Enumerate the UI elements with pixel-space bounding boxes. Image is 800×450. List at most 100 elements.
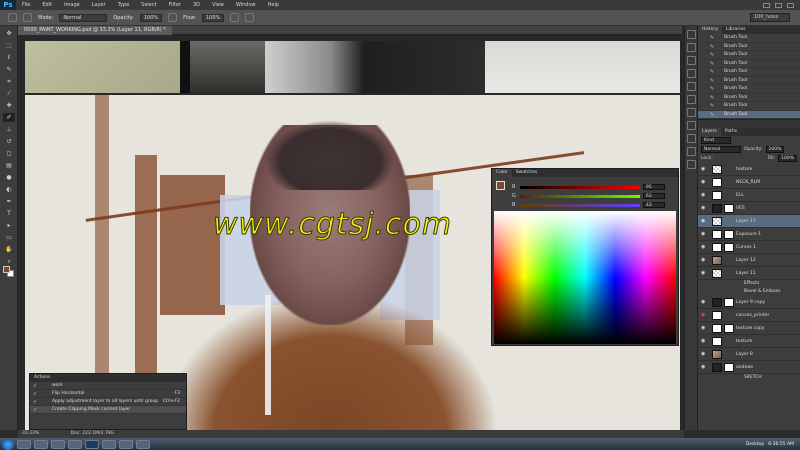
eraser-tool-icon[interactable]: ◻	[3, 149, 15, 158]
visibility-eye-icon[interactable]: ◉	[701, 309, 705, 322]
history-item[interactable]: ✎ Brush Tool	[698, 34, 800, 43]
flow-field[interactable]: 100%	[202, 13, 225, 22]
layer-row[interactable]: ◉ andows	[698, 361, 800, 374]
visibility-eye-icon[interactable]: ◉	[701, 296, 705, 309]
slider-value-field[interactable]: 43	[643, 202, 665, 208]
action-row[interactable]: ✓ Apply adjustment layer to all layers un…	[30, 398, 186, 406]
slider-value-field[interactable]: 95	[643, 184, 665, 190]
layer-effect-row[interactable]: Bevel & Emboss	[698, 288, 800, 296]
slider-value-field[interactable]: 63	[643, 193, 665, 199]
shape-tool-icon[interactable]: ▭	[3, 233, 15, 242]
slider-track[interactable]	[520, 194, 640, 198]
zoom-tool-icon[interactable]: ⌕	[3, 257, 15, 266]
menu-edit[interactable]: Edit	[36, 2, 58, 8]
color-panel-tab-color[interactable]: Color	[492, 169, 512, 177]
layer-kind-filter[interactable]: Kind	[701, 137, 731, 144]
history-item[interactable]: ✎ Brush Tool	[698, 68, 800, 77]
menu-3d[interactable]: 3D	[187, 2, 206, 8]
visibility-eye-icon[interactable]: ◉	[701, 176, 705, 189]
history-item[interactable]: ✎ Brush Tool	[698, 110, 800, 119]
desktop-label[interactable]: Desktop	[746, 442, 765, 447]
quick-select-tool-icon[interactable]: ✎	[3, 65, 15, 74]
history-item[interactable]: ✎ Brush Tool	[698, 43, 800, 51]
action-row[interactable]: ✓ work	[30, 382, 186, 390]
visibility-eye-icon[interactable]: ◉	[701, 228, 705, 241]
visibility-eye-icon[interactable]: ◉	[701, 189, 705, 202]
layer-row[interactable]: ◉ Curves 1	[698, 241, 800, 254]
opacity-field[interactable]: 100%	[139, 13, 163, 22]
path-select-tool-icon[interactable]: ▸	[3, 221, 15, 230]
layer-mask-thumbnail[interactable]	[724, 230, 734, 239]
menu-view[interactable]: View	[206, 2, 230, 8]
taskbar-media-icon[interactable]	[51, 439, 65, 449]
document-tab[interactable]: 0500_PAINT_WORKING.psd @ 33.3% (Layer 11…	[18, 26, 172, 35]
close-icon[interactable]	[787, 2, 794, 8]
menu-type[interactable]: Type	[112, 2, 135, 8]
layers-panel-tab-layers[interactable]: Layers	[698, 128, 721, 136]
visibility-eye-icon[interactable]: ◉	[701, 348, 705, 361]
maximize-icon[interactable]	[775, 2, 782, 8]
fill-field[interactable]: 100%	[778, 155, 797, 162]
character-panel-icon[interactable]	[687, 56, 696, 65]
blur-tool-icon[interactable]: ●	[3, 173, 15, 182]
brush-preset-icon[interactable]	[8, 13, 17, 22]
visibility-eye-icon[interactable]: ◉	[701, 163, 705, 176]
visibility-eye-icon[interactable]: ◉	[701, 267, 705, 280]
healing-tool-icon[interactable]: ✚	[3, 101, 15, 110]
taskbar-folder-icon[interactable]	[136, 439, 150, 449]
history-item[interactable]: ✎ Brush Tool	[698, 102, 800, 111]
paragraph-panel-icon[interactable]	[687, 69, 696, 78]
layer-opacity-field[interactable]: 100%	[765, 146, 785, 153]
taskbar-explorer-icon[interactable]	[17, 439, 31, 449]
pressure-opacity-icon[interactable]	[168, 13, 178, 22]
taskbar-photoshop-icon[interactable]	[85, 439, 99, 449]
layer-mask-thumbnail[interactable]	[724, 324, 734, 333]
layer-mask-thumbnail[interactable]	[724, 298, 734, 307]
brush-panel-icon[interactable]	[23, 13, 32, 22]
layer-row[interactable]: ◉ Layer 9 copy	[698, 296, 800, 309]
move-tool-icon[interactable]: ✥	[3, 29, 15, 38]
styles-panel-icon[interactable]	[687, 121, 696, 130]
menu-select[interactable]: Select	[135, 2, 162, 8]
channels-panel-icon[interactable]	[687, 134, 696, 143]
dodge-tool-icon[interactable]: ◐	[3, 185, 15, 194]
visibility-eye-icon[interactable]: ◉	[701, 322, 705, 335]
layer-row[interactable]: ◉ Layer 11	[698, 267, 800, 280]
visibility-eye-icon[interactable]: ◉	[701, 202, 705, 215]
history-item[interactable]: ✎ Brush Tool	[698, 51, 800, 60]
mode-select[interactable]: Normal	[59, 13, 108, 22]
tool-presets-icon[interactable]	[687, 160, 696, 169]
layer-row[interactable]: ◉ VES	[698, 202, 800, 215]
visibility-eye-icon[interactable]: ◉	[701, 215, 705, 228]
slider-track[interactable]	[520, 185, 640, 189]
menu-layer[interactable]: Layer	[86, 2, 112, 8]
action-row[interactable]: ✓ Create Clipping Mask current layer	[30, 406, 186, 414]
taskbar-app-icon[interactable]	[68, 439, 82, 449]
actions-tab[interactable]: Actions	[30, 374, 186, 382]
menu-file[interactable]: File	[16, 2, 36, 8]
layer-row[interactable]: ◉ canvas_printer	[698, 309, 800, 322]
layer-row[interactable]: ◉ Layer 17	[698, 215, 800, 228]
color-spectrum[interactable]	[494, 211, 676, 344]
action-check-icon[interactable]: ✓	[33, 390, 37, 398]
lasso-tool-icon[interactable]: ℓ	[3, 53, 15, 62]
layer-row[interactable]: ◉ texture	[698, 335, 800, 348]
history-item[interactable]: ✎ Brush Tool	[698, 94, 800, 102]
type-tool-icon[interactable]: T	[3, 209, 15, 218]
info-panel-icon[interactable]	[687, 82, 696, 91]
blend-mode-select[interactable]: Normal	[701, 146, 741, 153]
stamp-tool-icon[interactable]: ⊥	[3, 125, 15, 134]
action-check-icon[interactable]: ✓	[33, 398, 37, 406]
visibility-eye-icon[interactable]: ◉	[701, 241, 705, 254]
layer-mask-thumbnail[interactable]	[724, 363, 734, 372]
taskbar-chrome-icon[interactable]	[119, 439, 133, 449]
minimize-icon[interactable]	[763, 2, 770, 8]
visibility-eye-icon[interactable]: ◉	[701, 361, 705, 374]
hand-tool-icon[interactable]: ✋	[3, 245, 15, 254]
pressure-size-icon[interactable]	[245, 13, 255, 22]
history-panel-tab-libraries[interactable]: Libraries	[722, 26, 749, 34]
menu-filter[interactable]: Filter	[163, 2, 187, 8]
gradient-tool-icon[interactable]: ▤	[3, 161, 15, 170]
pen-tool-icon[interactable]: ✒	[3, 197, 15, 206]
menu-help[interactable]: Help	[262, 2, 285, 8]
